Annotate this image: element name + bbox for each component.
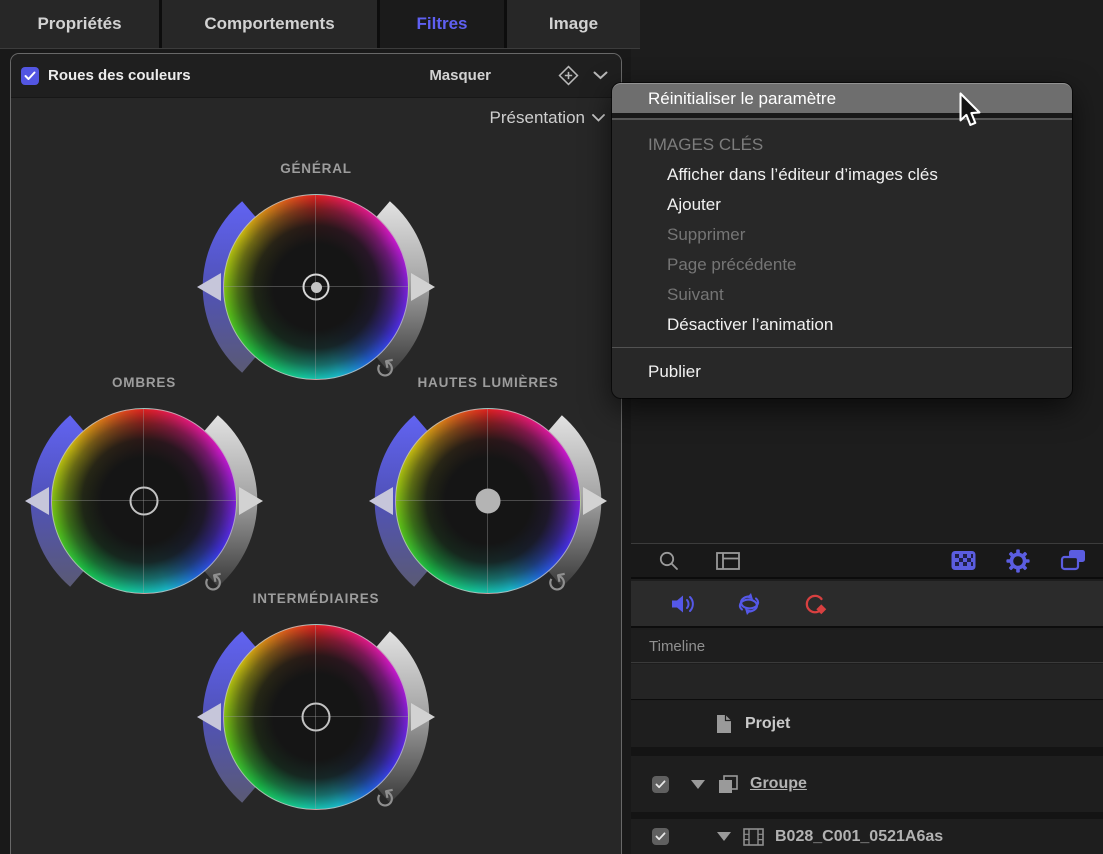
- mouse-cursor: [958, 92, 982, 128]
- layers-icon[interactable]: [1060, 549, 1086, 572]
- chevron-down-icon: [592, 114, 605, 122]
- filters-panel: Roues des couleurs Masquer Présentation …: [10, 53, 622, 854]
- menu-item-next: Suivant: [612, 280, 1072, 310]
- arrow-cursor-icon: [958, 92, 982, 128]
- menu-section-keyframes: IMAGES CLÉS: [612, 130, 1072, 160]
- keyframe-diamond-icon: [558, 65, 579, 86]
- menu-item-delete: Supprimer: [612, 220, 1072, 250]
- reset-wheel-button[interactable]: ↺: [369, 784, 402, 817]
- color-indicator[interactable]: [302, 703, 331, 732]
- group-layers-icon: [717, 774, 739, 795]
- gear-icon[interactable]: [1006, 549, 1030, 573]
- project-label: Projet: [745, 715, 790, 733]
- color-wheel-midtones: INTERMÉDIAIRES ↺: [196, 597, 436, 837]
- checkmark-icon: [655, 780, 666, 789]
- menu-separator: [612, 118, 1072, 120]
- checkmark-icon: [655, 832, 666, 841]
- group-label[interactable]: Groupe: [750, 775, 807, 793]
- project-row[interactable]: Projet: [631, 701, 1103, 747]
- group-row[interactable]: Groupe: [631, 756, 1103, 812]
- presentation-label: Présentation: [490, 108, 585, 128]
- color-indicator[interactable]: [303, 274, 330, 301]
- reset-wheel-button[interactable]: ↺: [541, 568, 574, 601]
- layout-icon[interactable]: [715, 550, 741, 572]
- timeline-empty-row: [631, 664, 1103, 700]
- row-divider: [631, 812, 1103, 819]
- timeline-title: Timeline: [649, 638, 705, 655]
- disclosure-triangle[interactable]: [717, 832, 731, 841]
- disclosure-triangle[interactable]: [691, 780, 705, 789]
- animation-menu-button[interactable]: [557, 65, 579, 87]
- color-wheel-shadows: OMBRES ↺: [24, 381, 264, 621]
- audio-controls-row: [631, 581, 1103, 628]
- film-clip-icon: [743, 828, 764, 846]
- filter-options-button[interactable]: [591, 67, 609, 85]
- menu-separator: [612, 347, 1072, 348]
- clip-row[interactable]: B028_C001_0521A6as: [631, 819, 1103, 854]
- checkerboard-icon[interactable]: [951, 550, 976, 571]
- clip-checkbox[interactable]: [652, 828, 669, 845]
- tab-image[interactable]: Image: [507, 0, 640, 48]
- color-indicator[interactable]: [476, 489, 501, 514]
- checkmark-icon: [24, 71, 36, 81]
- tab-proprietes[interactable]: Propriétés: [0, 0, 159, 48]
- clip-label: B028_C001_0521A6as: [775, 828, 943, 846]
- menu-item-add[interactable]: Ajouter: [612, 190, 1072, 220]
- color-indicator[interactable]: [130, 487, 159, 516]
- tab-comportements[interactable]: Comportements: [162, 0, 377, 48]
- color-wheel-highlights: HAUTES LUMIÈRES ↺: [368, 381, 608, 621]
- filter-header-row: Roues des couleurs Masquer: [11, 54, 621, 98]
- row-divider: [631, 747, 1103, 756]
- menu-item-publish[interactable]: Publier: [612, 355, 1072, 389]
- presentation-dropdown[interactable]: Présentation: [490, 108, 605, 128]
- inspector-tab-bar: Propriétés Comportements Filtres Image: [0, 0, 640, 49]
- filter-enable-checkbox[interactable]: [21, 67, 39, 85]
- document-icon: [716, 714, 732, 734]
- loop-icon[interactable]: [735, 593, 763, 615]
- chevron-down-icon: [593, 71, 608, 80]
- menu-item-previous-page: Page précédente: [612, 250, 1072, 280]
- record-icon[interactable]: [802, 592, 828, 616]
- media-toolbar: [631, 543, 1103, 579]
- animation-context-menu: Réinitialiser le paramètre IMAGES CLÉS A…: [612, 83, 1072, 398]
- menu-item-reset-parameter[interactable]: Réinitialiser le paramètre: [612, 83, 1072, 113]
- search-icon[interactable]: [658, 550, 680, 572]
- group-checkbox[interactable]: [652, 776, 669, 793]
- color-wheel-general: GÉNÉRAL ↺: [196, 167, 436, 407]
- timeline-header: Timeline: [631, 630, 1103, 663]
- menu-item-show-in-keyframe-editor[interactable]: Afficher dans l’éditeur d’images clés: [612, 160, 1072, 190]
- filter-name: Roues des couleurs: [48, 67, 191, 84]
- tab-filtres[interactable]: Filtres: [380, 0, 504, 48]
- hide-button[interactable]: Masquer: [429, 67, 491, 84]
- menu-item-disable-animation[interactable]: Désactiver l’animation: [612, 310, 1072, 340]
- speaker-icon[interactable]: [670, 592, 696, 616]
